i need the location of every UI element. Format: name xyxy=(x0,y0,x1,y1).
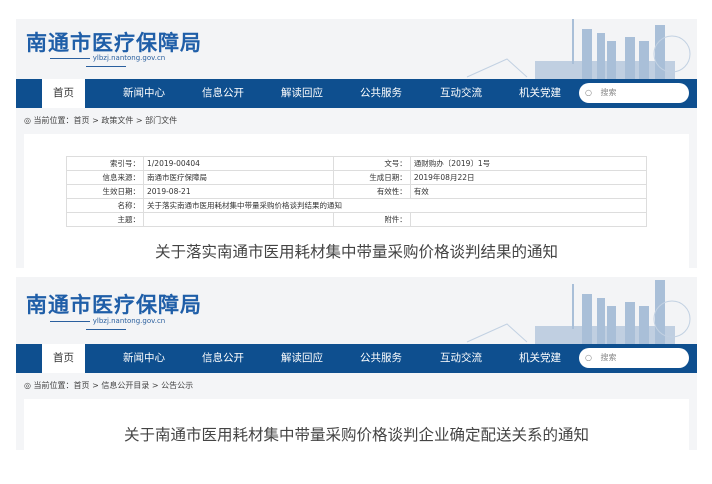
location-icon: ◎ xyxy=(24,116,31,125)
document-meta-table: 索引号： 1/2019-00404 文号： 通财购办〔2019〕1号 信息来源： 南通市… xyxy=(66,156,648,227)
search-placeholder: 搜索 xyxy=(600,353,617,362)
site-logo[interactable]: 南通市医疗保障局 xyxy=(26,27,202,57)
page-screenshot-1: 南通市医疗保障局 ylbzj.nantong.gov.cn 首页 新闻中心 信息… xyxy=(16,19,697,268)
page-screenshot-2: 南通市医疗保障局 ylbzj.nantong.gov.cn 首页 新闻中心 信息… xyxy=(16,277,697,450)
site-url: ylbzj.nantong.gov.cn xyxy=(26,317,186,333)
label: 文号： xyxy=(332,156,411,171)
search-icon: ○ xyxy=(585,353,592,362)
breadcrumb: ◎ 当前位置：首页 > 信息公开目录 > 公告公示 xyxy=(16,373,697,399)
location-icon: ◎ xyxy=(24,381,31,390)
search-icon: ○ xyxy=(585,88,592,97)
content-area: 索引号： 1/2019-00404 文号： 通财购办〔2019〕1号 信息来源： 南通市… xyxy=(24,134,689,268)
value: 2019-08-21 xyxy=(143,184,334,199)
nav-interpret[interactable]: 解读回应 xyxy=(281,79,323,108)
document-title: 关于落实南通市医用耗材集中带量采购价格谈判结果的通知 xyxy=(154,243,558,261)
nav-party[interactable]: 机关党建 xyxy=(519,344,561,373)
label: 有效性： xyxy=(332,184,411,199)
label: 信息来源： xyxy=(66,170,144,185)
nav-party[interactable]: 机关党建 xyxy=(519,79,561,108)
skyline-illustration xyxy=(466,19,691,79)
label: 索引号： xyxy=(66,156,144,171)
nav-home[interactable]: 首页 xyxy=(42,344,85,373)
skyline-illustration xyxy=(466,280,691,344)
nav-services[interactable]: 公共服务 xyxy=(360,344,402,373)
label: 生效日期： xyxy=(66,184,144,199)
nav-services[interactable]: 公共服务 xyxy=(360,79,402,108)
nav-news[interactable]: 新闻中心 xyxy=(123,79,165,108)
breadcrumb-text[interactable]: 当前位置：首页 > 信息公开目录 > 公告公示 xyxy=(34,381,194,390)
main-nav: 首页 新闻中心 信息公开 解读回应 公共服务 互动交流 机关党建 ○ 搜索 xyxy=(16,344,697,373)
value: 南通市医疗保障局 xyxy=(143,170,334,185)
nav-info[interactable]: 信息公开 xyxy=(202,344,244,373)
nav-interpret[interactable]: 解读回应 xyxy=(281,344,323,373)
breadcrumb-text[interactable]: 当前位置：首页 > 政策文件 > 部门文件 xyxy=(34,116,178,125)
label: 主题： xyxy=(66,212,144,227)
value: 关于落实南通市医用耗材集中带量采购价格谈判结果的通知 xyxy=(143,198,647,213)
nav-interact[interactable]: 互动交流 xyxy=(440,79,482,108)
label: 附件： xyxy=(332,212,411,227)
value: 2019年08月22日 xyxy=(409,170,648,185)
search-placeholder: 搜索 xyxy=(600,88,617,97)
nav-news[interactable]: 新闻中心 xyxy=(123,344,165,373)
label: 生成日期： xyxy=(332,170,411,185)
site-logo[interactable]: 南通市医疗保障局 xyxy=(26,289,202,319)
value: 1/2019-00404 xyxy=(143,156,334,171)
nav-interact[interactable]: 互动交流 xyxy=(440,344,482,373)
nav-home[interactable]: 首页 xyxy=(42,79,85,108)
breadcrumb: ◎ 当前位置：首页 > 政策文件 > 部门文件 xyxy=(16,108,697,134)
document-title: 关于南通市医用耗材集中带量采购价格谈判企业确定配送关系的通知 xyxy=(123,426,589,444)
search-input[interactable]: ○ 搜索 xyxy=(579,83,689,103)
site-header: 南通市医疗保障局 ylbzj.nantong.gov.cn xyxy=(16,277,697,344)
label: 名称： xyxy=(66,198,144,213)
content-area: 关于南通市医用耗材集中带量采购价格谈判企业确定配送关系的通知 xyxy=(24,399,689,450)
main-nav: 首页 新闻中心 信息公开 解读回应 公共服务 互动交流 机关党建 ○ 搜索 xyxy=(16,79,697,108)
value: 有效 xyxy=(409,184,648,199)
value: 通财购办〔2019〕1号 xyxy=(409,156,648,171)
nav-info[interactable]: 信息公开 xyxy=(202,79,244,108)
site-header: 南通市医疗保障局 ylbzj.nantong.gov.cn xyxy=(16,19,697,79)
search-input[interactable]: ○ 搜索 xyxy=(579,348,689,368)
site-url: ylbzj.nantong.gov.cn xyxy=(26,54,186,70)
